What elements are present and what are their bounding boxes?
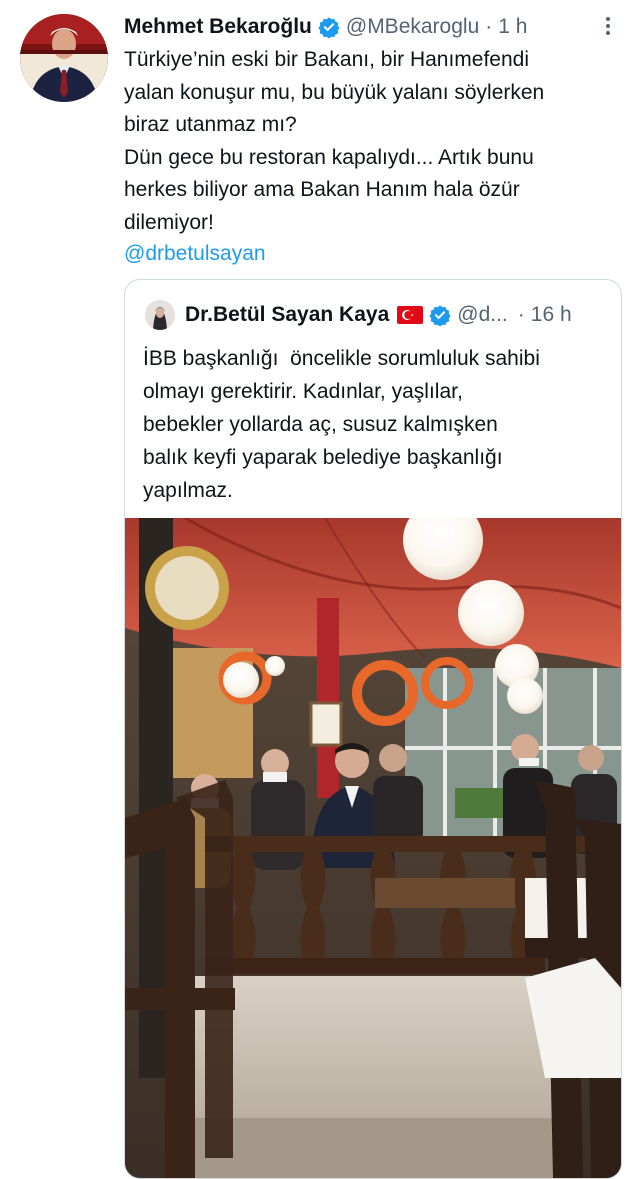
quoted-timestamp[interactable]: 16 h xyxy=(531,303,572,327)
quoted-verified-badge-icon xyxy=(429,304,451,327)
quoted-tweet-text: İBB başkanlığı öncelikle sorumluluk sahi… xyxy=(143,347,540,502)
header-separator: · xyxy=(485,15,493,38)
quoted-tweet-header: Dr.Betül Sayan Kaya @d... · 16 h xyxy=(145,298,609,332)
mention-link[interactable]: @drbetulsayan xyxy=(124,238,266,270)
quoted-author-avatar-image xyxy=(145,300,175,330)
more-vertical-icon xyxy=(606,17,610,35)
quoted-author-handle[interactable]: @d... xyxy=(457,303,508,327)
more-options-button[interactable] xyxy=(598,14,618,38)
quoted-author-name[interactable]: Dr.Betül Sayan Kaya xyxy=(185,303,389,327)
quoted-header-separator: · xyxy=(517,303,525,326)
author-avatar-image xyxy=(20,14,108,102)
author-handle[interactable]: @MBekaroglu xyxy=(346,15,479,39)
quoted-tweet-card[interactable]: Dr.Betül Sayan Kaya @d... · 16 h İBB baş… xyxy=(124,279,622,1179)
quoted-tweet-photo[interactable] xyxy=(125,518,621,1178)
tweet-text: Türkiye’nin eski bir Bakanı, bir Hanımef… xyxy=(124,48,545,234)
author-name[interactable]: Mehmet Bekaroğlu xyxy=(124,15,312,39)
tweet-timestamp[interactable]: 1 h xyxy=(498,15,527,39)
turkey-flag-icon xyxy=(397,306,424,324)
verified-badge-icon xyxy=(318,16,340,39)
quoted-author-avatar[interactable] xyxy=(145,300,175,330)
tweet-header: Mehmet Bekaroğlu @MBekaroglu · 1 h xyxy=(124,12,620,42)
author-avatar[interactable] xyxy=(20,14,108,102)
